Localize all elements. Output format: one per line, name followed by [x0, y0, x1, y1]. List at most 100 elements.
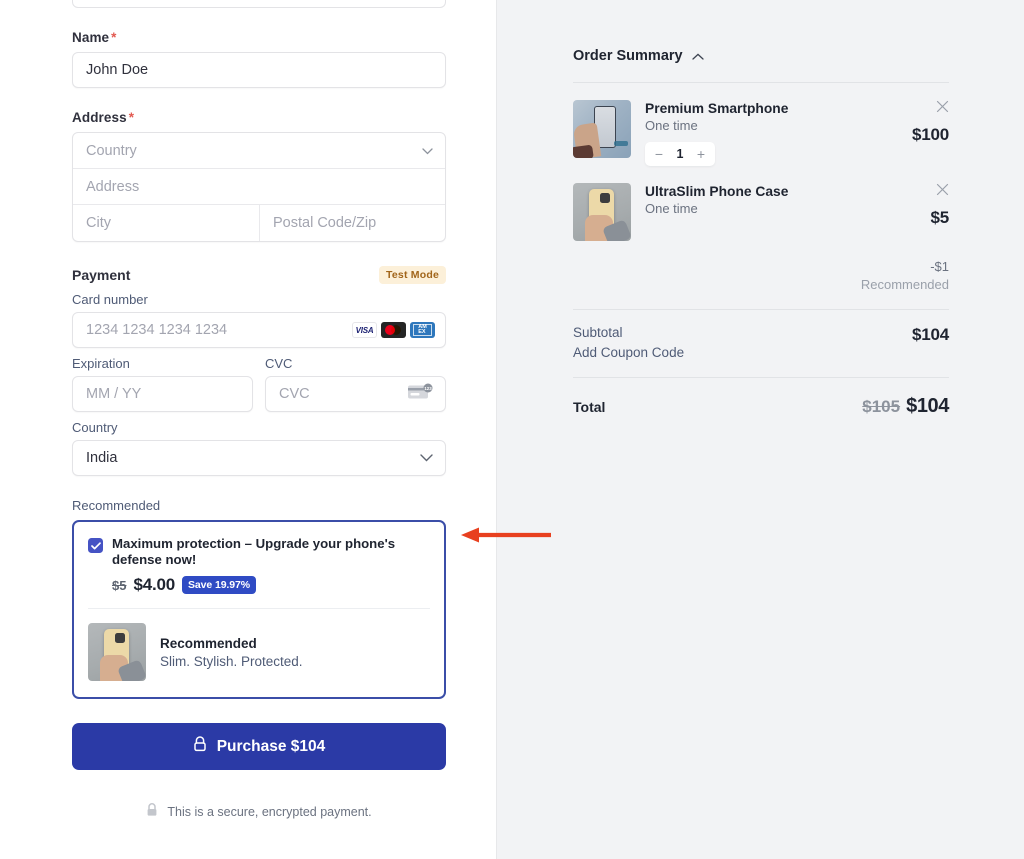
checkout-page: Name * John Doe Address * Country Address — [0, 0, 1024, 859]
address-label: Address * — [72, 110, 446, 125]
close-icon[interactable] — [936, 100, 949, 116]
recommended-new-price: $4.00 — [133, 575, 176, 595]
name-label-text: Name — [72, 30, 110, 45]
chevron-up-icon[interactable] — [691, 47, 704, 65]
purchase-button[interactable]: Purchase $104 — [72, 723, 446, 771]
form-container: Name * John Doe Address * Country Address — [72, 0, 446, 820]
cvc-input[interactable]: CVC 123 — [265, 376, 446, 412]
discount-row: -$1 Recommended — [573, 259, 949, 292]
address-country-placeholder: Country — [86, 142, 137, 159]
test-mode-badge: Test Mode — [379, 266, 446, 284]
expiry-cvc-row: Expiration MM / YY CVC CVC 123 — [72, 348, 446, 412]
purchase-button-label: Purchase $104 — [216, 737, 326, 755]
recommended-checkbox[interactable] — [88, 538, 103, 553]
line-item-name: Premium Smartphone — [645, 101, 789, 116]
recommended-old-price: $5 — [112, 577, 127, 593]
total-amounts: $105 $104 — [862, 395, 949, 418]
name-label: Name * — [72, 30, 446, 45]
secure-payment-text: This is a secure, encrypted payment. — [167, 804, 372, 819]
recommended-headline: Maximum protection – Upgrade your phone'… — [112, 536, 396, 568]
line-item-price: $5 — [930, 208, 949, 227]
order-summary-title: Order Summary — [573, 48, 683, 64]
card-brand-icons: VISA AM EX — [352, 322, 435, 338]
order-summary-header[interactable]: Order Summary — [573, 47, 949, 65]
discount-label: Recommended — [860, 277, 949, 292]
payment-header: Payment Test Mode — [72, 266, 446, 284]
add-coupon-code-link[interactable]: Add Coupon Code — [573, 345, 684, 360]
cvc-group: CVC CVC 123 — [265, 348, 446, 412]
smartphone-in-hand-thumbnail — [573, 100, 631, 158]
mastercard-icon — [381, 322, 406, 338]
payment-title: Payment — [72, 267, 131, 283]
recommended-product-row: Recommended Slim. Stylish. Protected. — [88, 609, 430, 697]
subtotal-label: Subtotal — [573, 325, 623, 340]
recommended-upsell-box[interactable]: Maximum protection – Upgrade your phone'… — [72, 520, 446, 700]
total-label: Total — [573, 399, 606, 415]
quantity-stepper[interactable]: − 1 + — [645, 142, 715, 166]
line-item-right: $100 — [889, 100, 949, 166]
recommended-product-title: Recommended — [160, 635, 257, 651]
order-summary-panel: Order Summary Premium Smartphone One tim… — [496, 0, 1024, 859]
address-label-text: Address — [72, 110, 127, 125]
expiration-group: Expiration MM / YY — [72, 348, 253, 412]
recommended-top-row: Maximum protection – Upgrade your phone'… — [88, 536, 430, 568]
recommended-price-row: $5 $4.00 Save 19.97% — [112, 575, 430, 595]
line-item-frequency: One time — [645, 118, 698, 133]
phone-case-thumbnail — [88, 623, 146, 682]
save-percentage-badge: Save 19.97% — [182, 576, 256, 595]
card-number-placeholder: 1234 1234 1234 1234 — [86, 322, 228, 338]
secure-payment-note: This is a secure, encrypted payment. — [72, 803, 446, 820]
divider — [573, 309, 949, 310]
checkout-form-panel: Name * John Doe Address * Country Address — [0, 0, 496, 859]
name-required-marker: * — [111, 30, 117, 45]
cvc-card-icon: 123 — [408, 383, 434, 405]
line-item: UltraSlim Phone Case One time $5 — [573, 166, 949, 241]
phone-case-thumbnail — [573, 183, 631, 241]
name-input-value: John Doe — [86, 62, 149, 78]
svg-text:123: 123 — [424, 386, 432, 391]
address-country-select[interactable]: Country — [73, 133, 445, 169]
discount-amount: -$1 — [930, 259, 949, 274]
lock-icon — [146, 803, 158, 820]
line-item-price: $100 — [911, 125, 949, 144]
address-required-marker: * — [128, 110, 135, 125]
expiration-label: Expiration — [72, 356, 130, 371]
close-icon[interactable] — [936, 183, 949, 199]
recommended-product-desc: Slim. Stylish. Protected. — [160, 653, 303, 669]
quantity-decrease-button[interactable]: − — [648, 147, 670, 161]
cvc-placeholder: CVC — [279, 386, 310, 402]
address-line-input[interactable]: Address — [73, 169, 445, 205]
address-field-group: Country Address City Postal Code/Zip — [72, 132, 446, 242]
cut-off-field-above[interactable] — [72, 0, 446, 8]
address-city-postal-row: City Postal Code/Zip — [73, 205, 445, 241]
name-input[interactable]: John Doe — [72, 52, 446, 88]
quantity-value: 1 — [676, 147, 684, 161]
cvc-label: CVC — [265, 356, 293, 371]
amex-icon: AM EX — [410, 322, 435, 338]
address-postal-input[interactable]: Postal Code/Zip — [260, 205, 445, 241]
visa-icon: VISA — [352, 322, 377, 338]
expiration-input[interactable]: MM / YY — [72, 376, 253, 412]
subtotal-row: Subtotal Add Coupon Code $104 — [573, 325, 949, 360]
chevron-down-icon — [420, 450, 433, 466]
address-city-input[interactable]: City — [73, 205, 260, 241]
line-item: Premium Smartphone One time − 1 + $100 — [573, 83, 949, 166]
recommended-section-label: Recommended — [72, 498, 161, 513]
total-original-price: $105 — [862, 397, 901, 416]
line-item-details: UltraSlim Phone Case One time — [645, 183, 875, 241]
card-number-label: Card number — [72, 292, 148, 307]
quantity-increase-button[interactable]: + — [690, 147, 712, 161]
payment-country-select[interactable]: India — [72, 440, 446, 476]
lock-icon — [193, 736, 207, 757]
total-final-price: $104 — [906, 395, 949, 417]
order-summary-container: Order Summary Premium Smartphone One tim… — [573, 47, 949, 418]
recommended-product-text: Recommended Slim. Stylish. Protected. — [160, 636, 303, 669]
line-item-right: $5 — [889, 183, 949, 241]
total-row: Total $105 $104 — [573, 395, 949, 418]
payment-country-value: India — [86, 450, 118, 466]
subtotal-left: Subtotal Add Coupon Code — [573, 325, 684, 360]
divider — [573, 377, 949, 378]
card-number-input[interactable]: 1234 1234 1234 1234 VISA AM EX — [72, 312, 446, 348]
line-item-details: Premium Smartphone One time − 1 + — [645, 100, 875, 166]
subtotal-value: $104 — [911, 325, 949, 344]
